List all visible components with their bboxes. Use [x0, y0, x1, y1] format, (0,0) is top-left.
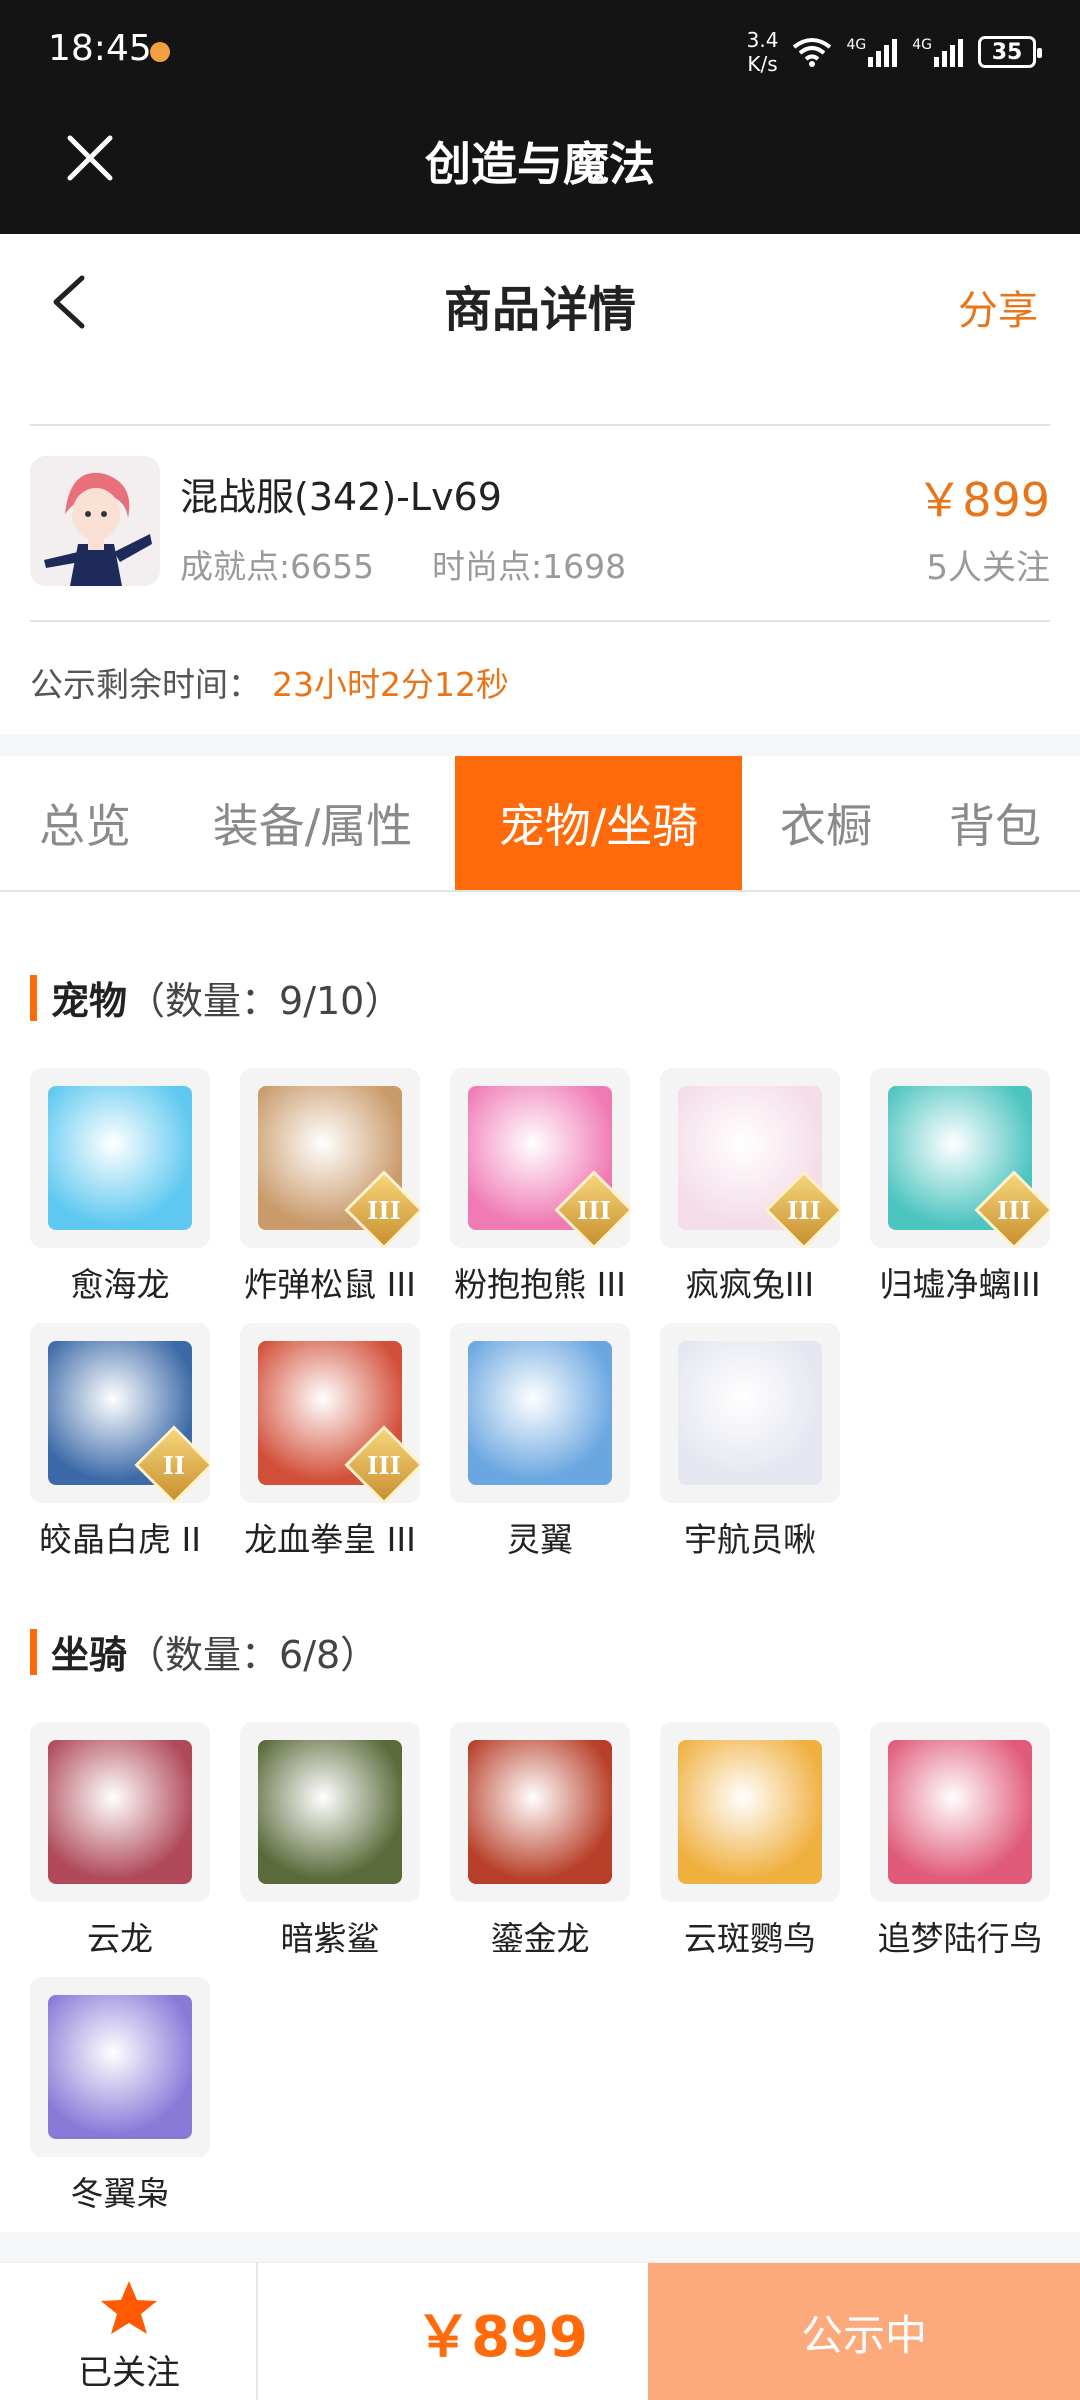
tab-backpack[interactable]: 背包	[910, 756, 1080, 890]
purple-shark-icon	[258, 1740, 402, 1884]
follow-button[interactable]: 已关注	[0, 2263, 258, 2400]
cloud-dragon-icon	[48, 1740, 192, 1884]
tab-wardrobe[interactable]: 衣橱	[742, 756, 910, 890]
item-label: 龙血拳皇 III	[244, 1520, 416, 1559]
pet-item[interactable]: III 粉抱抱熊 III	[450, 1068, 630, 1306]
bottom-action-bar: 已关注 ￥899 公示中	[0, 2262, 1080, 2400]
page-header: 商品详情 分享	[0, 234, 1080, 364]
pets-section-title: 宠物 （数量：9/10）	[30, 970, 402, 1025]
status-icons: 3.4 K/s 4G 4G 35	[746, 28, 1042, 76]
mount-item[interactable]: 追梦陆行鸟	[870, 1722, 1050, 1960]
signal-icon-1: 4G	[846, 37, 898, 67]
item-thumbnail	[450, 1323, 630, 1503]
item-thumbnail: III	[240, 1068, 420, 1248]
star-icon	[99, 2279, 159, 2337]
tab-bar: 总览 装备/属性 宠物/坐骑 衣橱 背包	[0, 756, 1080, 892]
app-topbar: 18:45 3.4 K/s 4G 4G 35 创造与魔法	[0, 0, 1080, 234]
product-price: ￥899	[916, 473, 1050, 527]
dream-bird-icon	[888, 1740, 1032, 1884]
item-thumbnail	[870, 1722, 1050, 1902]
item-label: 疯疯兔III	[685, 1265, 815, 1304]
mount-item[interactable]: 暗紫鲨	[240, 1722, 420, 1960]
fashion-points: 时尚点:1698	[432, 547, 627, 586]
item-thumbnail: III	[240, 1323, 420, 1503]
item-thumbnail	[450, 1722, 630, 1902]
tab-equipment[interactable]: 装备/属性	[170, 756, 455, 890]
mounts-section-title: 坐骑 （数量：6/8）	[30, 1624, 378, 1679]
countdown-label: 公示剩余时间：	[30, 665, 261, 704]
item-label: 皎晶白虎 II	[39, 1520, 201, 1559]
product-name: 混战服(342)-Lv69	[180, 475, 502, 519]
parrot-icon	[678, 1740, 822, 1884]
item-thumbnail: III	[870, 1068, 1050, 1248]
mount-item[interactable]: 云龙	[30, 1722, 210, 1960]
item-label: 归墟净螭III	[879, 1265, 1041, 1304]
item-thumbnail: III	[660, 1068, 840, 1248]
item-label: 云斑鹦鸟	[684, 1919, 816, 1958]
page-title: 商品详情	[443, 282, 636, 338]
pet-item[interactable]: III 归墟净螭III	[870, 1068, 1050, 1306]
item-label: 暗紫鲨	[280, 1919, 380, 1958]
section-gap	[0, 734, 1080, 756]
countdown-value: 23小时2分12秒	[272, 665, 509, 704]
item-label: 炸弹松鼠 III	[244, 1265, 416, 1304]
item-label: 宇航员啾	[684, 1520, 816, 1559]
item-thumbnail: II	[30, 1323, 210, 1503]
tab-overview[interactable]: 总览	[0, 756, 170, 890]
item-label: 冬翼枭	[70, 2174, 170, 2213]
pet-item[interactable]: III 疯疯兔III	[660, 1068, 840, 1306]
status-time: 18:45	[48, 28, 152, 69]
winter-owl-icon	[48, 1995, 192, 2139]
section-gap	[0, 2232, 1080, 2262]
pet-item[interactable]: II 皎晶白虎 II	[30, 1323, 210, 1561]
follow-label: 已关注	[78, 2353, 180, 2393]
item-label: 粉抱抱熊 III	[454, 1265, 626, 1304]
mount-item[interactable]: 云斑鹦鸟	[660, 1722, 840, 1960]
pet-item[interactable]: 灵翼	[450, 1323, 630, 1561]
item-thumbnail	[30, 1068, 210, 1248]
item-thumbnail: III	[450, 1068, 630, 1248]
signal-icon-2: 4G	[912, 37, 964, 67]
item-label: 灵翼	[507, 1520, 573, 1559]
share-button[interactable]: 分享	[958, 278, 1038, 336]
spirit-wing-icon	[468, 1341, 612, 1485]
item-label: 愈海龙	[70, 1265, 170, 1304]
golden-dragon-icon	[468, 1740, 612, 1884]
item-thumbnail	[30, 1977, 210, 2157]
divider	[30, 424, 1050, 426]
divider	[30, 620, 1050, 622]
achievement-points: 成就点:6655	[180, 547, 375, 586]
pet-item[interactable]: III 炸弹松鼠 III	[240, 1068, 420, 1306]
pet-item[interactable]: 宇航员啾	[660, 1323, 840, 1561]
item-label: 追梦陆行鸟	[877, 1919, 1043, 1958]
notification-dot-icon	[150, 42, 170, 62]
tab-pets-mounts[interactable]: 宠物/坐骑	[455, 756, 742, 890]
item-label: 鎏金龙	[490, 1919, 590, 1958]
pet-item[interactable]: 愈海龙	[30, 1068, 210, 1306]
pet-item[interactable]: III 龙血拳皇 III	[240, 1323, 420, 1561]
mount-item[interactable]: 冬翼枭	[30, 1977, 210, 2215]
item-label: 云龙	[87, 1919, 153, 1958]
sea-dragon-icon	[48, 1086, 192, 1230]
astronaut-bird-icon	[678, 1341, 822, 1485]
bottom-price: ￥899	[415, 2304, 588, 2370]
battery-icon: 35	[978, 36, 1042, 68]
net-speed: 3.4 K/s	[746, 28, 779, 76]
item-thumbnail	[240, 1722, 420, 1902]
public-notice-button[interactable]: 公示中	[648, 2263, 1080, 2400]
app-title: 创造与魔法	[425, 137, 655, 191]
wifi-icon	[792, 37, 832, 67]
item-thumbnail	[660, 1722, 840, 1902]
character-avatar	[30, 456, 160, 586]
mount-item[interactable]: 鎏金龙	[450, 1722, 630, 1960]
item-thumbnail	[660, 1323, 840, 1503]
watcher-count: 5人关注	[926, 548, 1050, 588]
item-thumbnail	[30, 1722, 210, 1902]
